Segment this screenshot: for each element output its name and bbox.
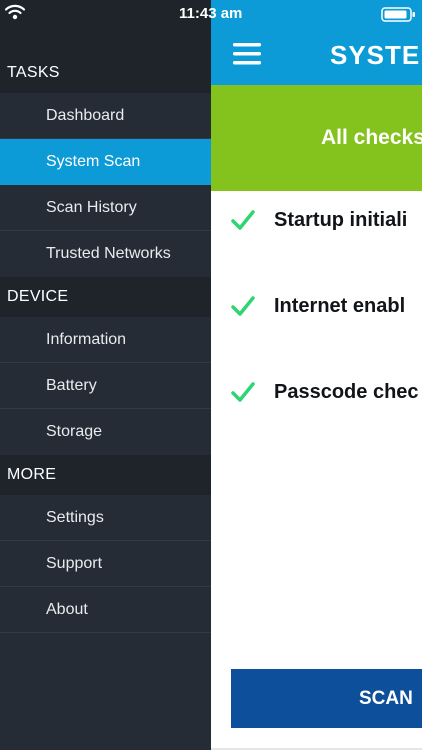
- scan-result-text: All checks: [321, 126, 422, 149]
- check-row: Startup initiali: [211, 201, 422, 241]
- sidebar-item-label: Trusted Networks: [46, 245, 171, 262]
- checkmark-icon: [231, 295, 255, 322]
- battery-icon: [381, 7, 417, 27]
- checkmark-icon: [231, 381, 255, 408]
- divider: [0, 632, 211, 633]
- section-title: DEVICE: [7, 288, 69, 305]
- checkmark-icon: [231, 209, 255, 236]
- status-time: 11:43 am: [179, 5, 243, 22]
- sidebar-item-label: System Scan: [46, 153, 141, 170]
- check-row: Internet enabl: [211, 287, 422, 327]
- sidebar-item-information[interactable]: Information: [0, 317, 211, 363]
- sidebar-item-label: Storage: [46, 423, 103, 440]
- sidebar-item-trusted-networks[interactable]: Trusted Networks: [0, 231, 211, 277]
- sidebar-item-label: Support: [46, 555, 103, 572]
- sidebar-item-storage[interactable]: Storage: [0, 409, 211, 455]
- sidebar-item-scan-history[interactable]: Scan History: [0, 185, 211, 231]
- sidebar-item-system-scan[interactable]: System Scan: [0, 139, 211, 185]
- sidebar-item-label: Scan History: [46, 199, 137, 216]
- sidebar-item-dashboard[interactable]: Dashboard: [0, 93, 211, 139]
- check-label: Startup initiali: [274, 209, 408, 231]
- wifi-icon: [4, 4, 26, 25]
- status-bar: 11:43 am: [0, 0, 422, 28]
- check-label: Internet enabl: [274, 295, 406, 317]
- sidebar-item-label: Information: [46, 331, 127, 348]
- sidebar-item-battery[interactable]: Battery: [0, 363, 211, 409]
- main-panel: SYSTEM All checks Startup initiali Inter…: [211, 0, 422, 750]
- check-row: Passcode chec: [211, 373, 422, 413]
- page-title: SYSTEM: [330, 40, 422, 70]
- sidebar-item-label: Dashboard: [46, 107, 125, 124]
- hamburger-menu-icon[interactable]: [233, 43, 261, 70]
- section-header-device: DEVICE: [0, 277, 211, 317]
- scan-button[interactable]: SCAN: [231, 669, 422, 728]
- sidebar-item-settings[interactable]: Settings: [0, 495, 211, 541]
- section-header-more: MORE: [0, 455, 211, 495]
- sidebar-item-about[interactable]: About: [0, 587, 211, 633]
- sidebar-item-label: About: [46, 601, 88, 618]
- sidebar-menu: TASKS Dashboard System Scan Scan History…: [0, 0, 211, 750]
- check-label: Passcode chec: [274, 381, 419, 403]
- section-header-tasks: TASKS: [0, 53, 211, 93]
- section-title: TASKS: [7, 64, 60, 81]
- scan-result-banner: All checks: [211, 85, 422, 191]
- sidebar-item-support[interactable]: Support: [0, 541, 211, 587]
- section-title: MORE: [7, 466, 57, 483]
- sidebar-item-label: Battery: [46, 377, 97, 394]
- sidebar-item-label: Settings: [46, 509, 104, 526]
